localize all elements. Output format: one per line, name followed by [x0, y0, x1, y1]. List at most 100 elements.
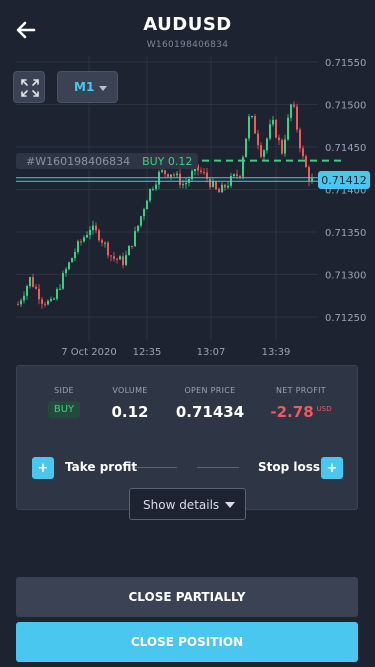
candle-body: [104, 242, 106, 244]
candle-body: [275, 119, 277, 138]
candle-body: [62, 273, 64, 289]
current-price-tag: 0.71412: [318, 171, 370, 189]
side-column: SIDE BUY: [37, 386, 91, 418]
candle-body: [80, 241, 82, 243]
candle-body: [29, 277, 31, 287]
volume-column: VOLUME 0.12: [105, 386, 155, 421]
candle-body: [125, 255, 127, 265]
candle-body: [224, 184, 226, 188]
candle-body: [248, 116, 250, 139]
candle-body: [35, 286, 37, 289]
open-price-column: OPEN PRICE 0.71434: [175, 386, 245, 421]
candle-body: [74, 252, 76, 259]
candle-body: [278, 137, 280, 141]
open-price-value: 0.71434: [175, 403, 245, 421]
open-price-label: OPEN PRICE: [184, 386, 236, 395]
expand-icon: [21, 79, 39, 97]
candle-body: [140, 216, 142, 226]
candle-body: [185, 182, 187, 185]
candle-body: [266, 138, 268, 151]
candle-body: [227, 185, 229, 188]
candle-body: [26, 286, 28, 296]
candle-body: [257, 133, 259, 146]
order-side: BUY 0.12: [142, 154, 193, 168]
candle-body: [92, 225, 94, 231]
candle-body: [134, 231, 136, 247]
candle-body: [263, 150, 265, 157]
divider: [135, 467, 177, 468]
candle-body: [260, 145, 262, 157]
candle-body: [17, 304, 19, 306]
price-axis-label: 0.71500: [325, 101, 366, 112]
divider: [197, 467, 239, 468]
candle-body: [281, 140, 283, 154]
net-profit-label: NET PROFIT: [276, 386, 326, 395]
candle-body: [77, 241, 79, 253]
candle-body: [293, 104, 295, 107]
candle-body: [110, 255, 112, 257]
candle-body: [128, 245, 130, 256]
volume-value: 0.12: [111, 403, 149, 421]
candle-body: [86, 234, 88, 238]
candle-body: [239, 175, 241, 177]
candle-body: [302, 148, 304, 157]
price-axis-label: 0.71350: [325, 228, 366, 239]
time-axis-label: 12:35: [133, 347, 162, 358]
candle-body: [68, 262, 70, 270]
candle-body: [203, 171, 205, 173]
candle-body: [20, 300, 22, 305]
show-details-label: Show details: [143, 498, 220, 512]
close-partially-button[interactable]: CLOSE PARTIALLY: [16, 577, 358, 617]
account-id: W160198406834: [146, 40, 229, 50]
candle-body: [53, 298, 55, 300]
candle-body: [287, 117, 289, 140]
candle-body: [254, 116, 256, 134]
expand-chart-button[interactable]: [13, 71, 45, 103]
candle-body: [161, 170, 163, 172]
candle-body: [98, 230, 100, 241]
candle-body: [95, 225, 97, 231]
candle-body: [290, 104, 292, 118]
show-details-button[interactable]: Show details: [129, 488, 246, 520]
candle-body: [212, 181, 214, 187]
net-profit-value: -2.78 USD: [265, 403, 337, 421]
volume-label: VOLUME: [112, 386, 148, 395]
candle-body: [131, 245, 133, 247]
add-take-profit-button[interactable]: +: [32, 457, 54, 479]
candle-body: [152, 188, 154, 190]
close-position-button[interactable]: CLOSE POSITION: [16, 622, 358, 662]
candle-body: [119, 256, 121, 260]
stop-loss-label: Stop loss: [258, 460, 321, 474]
price-axis-label: 0.71450: [325, 143, 366, 154]
candle-body: [137, 225, 139, 232]
candle-body: [107, 242, 109, 256]
candle-body: [149, 188, 151, 201]
candle-body: [65, 269, 67, 274]
candle-body: [41, 299, 43, 304]
price-axis-label: 0.71250: [325, 313, 366, 324]
position-panel: SIDE BUY VOLUME 0.12 OPEN PRICE 0.71434 …: [16, 365, 358, 520]
timeframe-select[interactable]: M1: [57, 71, 118, 103]
order-line-tag[interactable]: #W160198406834 BUY 0.12: [16, 153, 199, 169]
candle-body: [218, 189, 220, 193]
net-profit-column: NET PROFIT -2.78 USD: [265, 386, 337, 421]
candle-body: [44, 303, 46, 305]
price-axis-label: 0.71550: [325, 58, 366, 69]
candle-body: [146, 200, 148, 210]
candle-body: [272, 119, 274, 125]
chart-canvas[interactable]: 0.715500.715000.714500.714000.713500.713…: [0, 56, 375, 361]
candle-body: [245, 138, 247, 158]
candle-body: [116, 258, 118, 260]
candle-body: [215, 181, 217, 190]
candle-body: [176, 173, 178, 176]
candle-body: [170, 174, 172, 177]
timeframe-value: M1: [74, 80, 95, 94]
candle-body: [269, 124, 271, 139]
add-stop-loss-button[interactable]: +: [321, 457, 343, 479]
chevron-down-icon: [225, 502, 235, 508]
price-chart[interactable]: 0.71550 0.71500 0.71450 0.71400 0.71350 0.713…: [0, 56, 375, 361]
side-label: SIDE: [54, 386, 74, 395]
page-title: AUDUSD: [143, 14, 232, 35]
candle-body: [167, 173, 169, 177]
candle-body: [299, 129, 301, 149]
